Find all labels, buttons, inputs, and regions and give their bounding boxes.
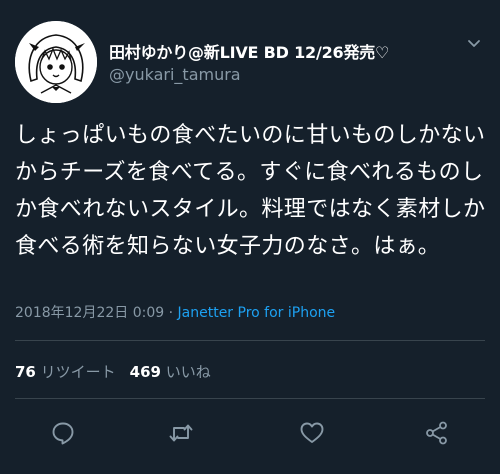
tweet-text: しょっぱいもの食べたいのに甘いものしかないからチーズを食べてる。すぐに食べれるも… (15, 123, 486, 259)
tweet-source-link[interactable]: Janetter Pro for iPhone (178, 305, 336, 321)
retweet-button[interactable] (166, 418, 196, 448)
display-name[interactable]: 田村ゆかり@新LIVE BD 12/26発売♡ (109, 39, 389, 63)
retweets-stat[interactable]: 76 リツイート (15, 363, 116, 381)
avatar-illustration (15, 21, 97, 103)
avatar[interactable] (15, 21, 97, 103)
likes-count: 469 (129, 363, 161, 381)
tweet-timestamp[interactable]: 2018年12月22日 0:09 (15, 305, 164, 321)
chevron-down-icon[interactable] (466, 36, 482, 52)
retweets-count: 76 (15, 363, 36, 381)
likes-stat[interactable]: 469 いいね (130, 363, 211, 381)
tweet-stats: 76 リツイート 469 いいね (15, 361, 211, 382)
share-button[interactable] (422, 418, 452, 448)
retweet-icon (169, 424, 193, 442)
likes-label: いいね (165, 363, 211, 381)
action-bar (0, 418, 500, 452)
heart-icon (300, 422, 324, 443)
retweets-label: リツイート (40, 363, 116, 381)
like-button[interactable] (297, 418, 327, 448)
divider (15, 340, 485, 341)
reply-button[interactable] (48, 418, 78, 448)
user-handle[interactable]: @yukari_tamura (109, 65, 241, 84)
divider (15, 398, 485, 399)
tweet-meta: 2018年12月22日 0:09 · Janetter Pro for iPho… (15, 302, 335, 322)
reply-icon (52, 422, 74, 445)
meta-separator: · (164, 305, 178, 321)
tweet-card: 田村ゆかり@新LIVE BD 12/26発売♡ @yukari_tamura し… (0, 0, 500, 474)
share-icon (426, 421, 447, 445)
